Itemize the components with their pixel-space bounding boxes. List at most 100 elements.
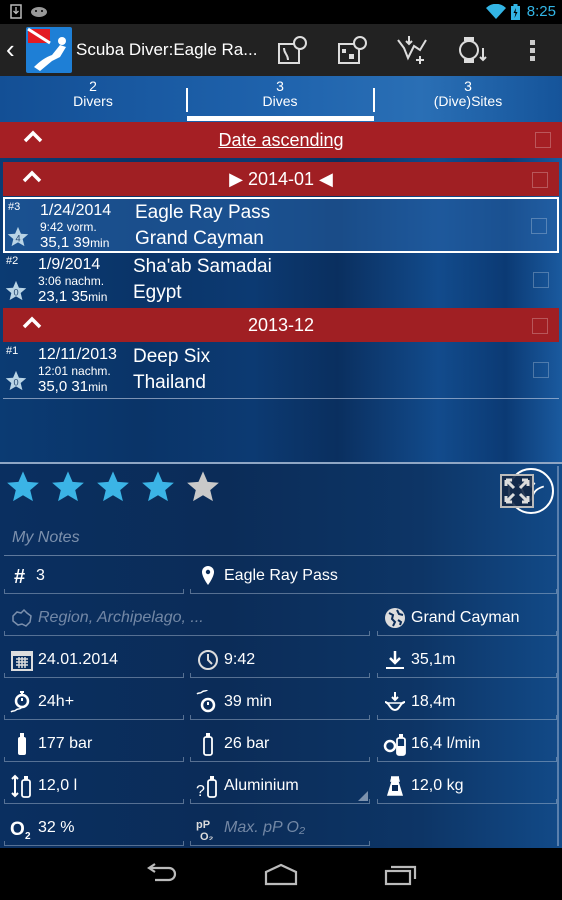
rating-star-icon: 4: [7, 226, 29, 247]
tab-dives[interactable]: 3 Dives: [187, 79, 373, 109]
sort-order-link[interactable]: Date ascending: [0, 130, 562, 151]
dive-number: #2: [6, 255, 19, 267]
avg-depth-icon: [384, 692, 406, 712]
svg-text:0: 0: [13, 378, 18, 388]
dive-number-field[interactable]: # 3: [4, 558, 184, 594]
dive-number: #1: [6, 345, 19, 357]
dive-time: 9:42 vorm.: [40, 220, 97, 234]
group-header[interactable]: ▶ 2014-01 ◀: [3, 162, 559, 196]
select-all-checkbox[interactable]: [535, 132, 551, 148]
star-filled-icon[interactable]: [6, 470, 40, 504]
surface-interval-field[interactable]: 24h+: [4, 684, 184, 720]
back-button[interactable]: ‹: [6, 36, 15, 62]
dive-number: #3: [8, 201, 21, 213]
tab-sites[interactable]: 3 (Dive)Sites: [375, 79, 561, 109]
dive-site: Deep Six: [133, 346, 211, 367]
oxygen-icon: O2: [10, 819, 31, 840]
svg-text:0: 0: [13, 288, 18, 298]
svg-text:2: 2: [25, 831, 31, 840]
dive-time: 3:06 nachm.: [38, 274, 105, 288]
location-pin-icon: [202, 566, 214, 585]
home-nav-icon[interactable]: [263, 862, 299, 886]
clock: 8:25: [526, 3, 556, 20]
group-checkbox[interactable]: [532, 318, 548, 334]
dive-site: Sha'ab Samadai: [133, 256, 272, 277]
hash-icon: #: [14, 566, 25, 588]
dive-detail-panel: My Notes # 3 Eagle Ray Pass Region, Arch…: [0, 462, 562, 848]
end-pressure-field[interactable]: 26 bar: [190, 726, 370, 762]
dive-checkbox[interactable]: [531, 218, 547, 234]
group-header[interactable]: 2013-12: [3, 308, 559, 342]
dive-checkbox[interactable]: [533, 272, 549, 288]
action-bar: ‹ Scuba Diver:Eagle Ra...: [0, 24, 562, 76]
add-profile-icon[interactable]: [396, 34, 428, 66]
region-field[interactable]: Region, Archipelago, ...: [4, 600, 370, 636]
dive-checkbox[interactable]: [533, 362, 549, 378]
scrollbar[interactable]: [557, 466, 559, 846]
svg-text:4: 4: [15, 234, 20, 244]
back-nav-icon[interactable]: [143, 862, 179, 886]
date-field[interactable]: 24.01.2014: [4, 642, 184, 678]
tank-full-icon: [18, 733, 26, 755]
clock-icon: [198, 650, 218, 670]
dive-date: 12/11/2013: [38, 346, 117, 363]
rating-star-icon: 0: [5, 370, 27, 391]
continent-icon: [12, 608, 32, 627]
svg-text:?: ?: [196, 783, 205, 798]
main-content: 2 Divers 3 Dives 3 (Dive)Sites Date ascendi…: [0, 76, 562, 848]
tank-volume-field[interactable]: 12,0 l: [4, 768, 184, 804]
time-field[interactable]: 9:42: [190, 642, 370, 678]
dive-computer-icon[interactable]: [456, 34, 488, 66]
star-filled-icon[interactable]: [96, 470, 130, 504]
rating-bar[interactable]: [6, 470, 220, 504]
rating-star-icon: 0: [5, 280, 27, 301]
tab-indicator: [187, 116, 374, 121]
tank-material-dropdown[interactable]: ? Aluminium: [190, 768, 370, 804]
map-icon[interactable]: [276, 34, 308, 66]
dive-depth-duration: 35,0 31min: [38, 378, 108, 395]
site-field[interactable]: Eagle Ray Pass: [190, 558, 557, 594]
start-pressure-field[interactable]: 177 bar: [4, 726, 184, 762]
app-title: Scuba Diver:Eagle Ra...: [76, 40, 258, 59]
duration-field[interactable]: 39 min: [190, 684, 370, 720]
app-logo[interactable]: [26, 27, 72, 73]
globe-icon: [385, 608, 405, 628]
avg-depth-field[interactable]: 18,4m: [377, 684, 557, 720]
sort-header: Date ascending: [0, 122, 562, 158]
max-depth-field[interactable]: 35,1m: [377, 642, 557, 678]
sac-rate-field[interactable]: 16,4 l/min: [377, 726, 557, 762]
star-empty-icon[interactable]: [186, 470, 220, 504]
dive-row[interactable]: #2 0 1/9/2014 3:06 nachm. 23,1 35min Sha…: [3, 253, 559, 309]
group-checkbox[interactable]: [532, 172, 548, 188]
overflow-menu-icon[interactable]: [518, 34, 550, 66]
svg-text:O: O: [10, 819, 25, 840]
group-label: 2013-12: [247, 315, 315, 335]
world-map-icon[interactable]: [336, 34, 368, 66]
weight-field[interactable]: 12,0 kg: [377, 768, 557, 804]
dive-site: Eagle Ray Pass: [135, 202, 271, 223]
group-label: ▶ 2014-01 ◀: [229, 169, 333, 189]
o2-percent-field[interactable]: O2 32 %: [4, 810, 184, 846]
tank-material-icon: ?: [196, 776, 217, 798]
dive-time: 12:01 nachm.: [38, 364, 111, 378]
tab-divers[interactable]: 2 Divers: [0, 79, 186, 109]
download-icon: [10, 4, 22, 19]
dive-duration-icon: [196, 690, 216, 713]
star-filled-icon[interactable]: [141, 470, 175, 504]
country-field[interactable]: Grand Cayman: [377, 600, 557, 636]
navigation-bar: [0, 848, 562, 900]
star-filled-icon[interactable]: [51, 470, 85, 504]
dive-depth-duration: 35,1 39min: [40, 234, 110, 251]
expand-arrows-icon: [504, 478, 530, 504]
svg-text:pP: pP: [196, 819, 210, 831]
tank-volume-icon: [11, 774, 31, 798]
recents-nav-icon[interactable]: [383, 862, 419, 886]
dive-row[interactable]: #1 0 12/11/2013 12:01 nachm. 35,0 31min …: [3, 343, 559, 399]
notes-field[interactable]: My Notes: [4, 526, 556, 556]
dive-country: Egypt: [133, 282, 182, 303]
tab-bar: 2 Divers 3 Dives 3 (Dive)Sites: [0, 76, 562, 122]
scuba-diver-icon: [27, 27, 66, 71]
dive-row[interactable]: #3 4 1/24/2014 9:42 vorm. 35,1 39min Eag…: [3, 197, 559, 253]
max-ppo2-field[interactable]: pP O₂ Max. pP O₂: [190, 810, 370, 846]
fullscreen-button[interactable]: [500, 474, 534, 508]
